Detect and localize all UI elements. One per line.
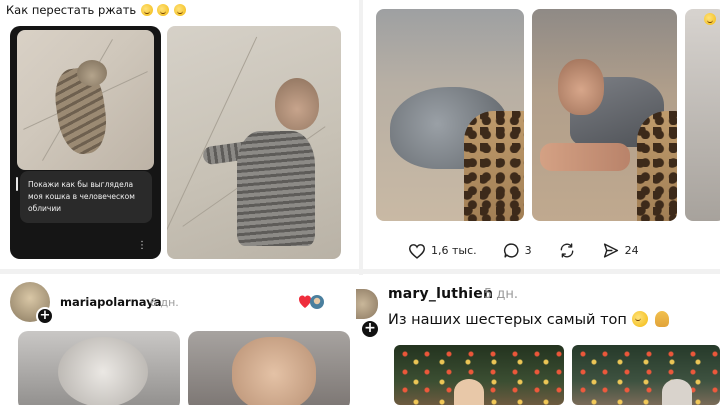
- follow-plus-icon[interactable]: +: [36, 307, 54, 325]
- man-lying-photo[interactable]: [532, 9, 677, 221]
- repost-icon: [560, 243, 574, 258]
- chat-message-text: Покажи как бы выглядела моя кошка в чело…: [28, 180, 135, 213]
- grinning-squint-emoji-icon: [174, 4, 187, 16]
- post-time: 6 дн.: [150, 296, 179, 309]
- post-text: Из наших шестерых самый топ: [388, 311, 670, 328]
- heart-icon: [408, 243, 426, 259]
- post-text-content: Из наших шестерых самый топ: [388, 312, 627, 328]
- christmas-tree-photo[interactable]: [394, 345, 564, 405]
- post-actions-bar: 1,6 тыс. 3 24: [408, 242, 665, 259]
- comment-count: 3: [524, 244, 532, 257]
- reactions-icon: [299, 294, 325, 310]
- cat-human-portrait-photo[interactable]: [188, 331, 350, 405]
- carousel-next-photo[interactable]: [685, 9, 720, 221]
- cat-photo: [17, 30, 154, 170]
- laughing-emoji-icon: [703, 8, 716, 27]
- cat-portrait-photo[interactable]: [18, 331, 180, 405]
- story-screenshot[interactable]: Покажи как бы выглядела моя кошка в чело…: [10, 26, 161, 259]
- post-username[interactable]: mariapolarnaya: [60, 295, 161, 309]
- grinning-squint-emoji-icon: [157, 4, 170, 16]
- post-time: 5 дн.: [484, 287, 519, 302]
- vertical-dots-icon[interactable]: ⋮: [137, 240, 147, 251]
- post-username[interactable]: mary_luthien: [388, 286, 493, 302]
- post-caption: Как перестать ржать: [6, 3, 187, 17]
- repost-button[interactable]: [558, 242, 576, 259]
- rofl-emoji-icon: [632, 311, 649, 327]
- comment-icon: [503, 243, 519, 258]
- post-mary-luthien: + mary_luthien 5 дн. Из наших шестерых с…: [356, 275, 720, 405]
- like-button[interactable]: 1,6 тыс.: [408, 243, 477, 259]
- send-icon: [603, 243, 618, 258]
- like-count: 1,6 тыс.: [431, 244, 477, 257]
- chat-message-bubble: Покажи как бы выглядела моя кошка в чело…: [16, 171, 152, 223]
- christmas-tree-photo-2[interactable]: [572, 345, 720, 405]
- panel-divider-horizontal: [0, 269, 720, 274]
- person-gesturing-emoji-icon: [655, 311, 670, 327]
- follow-plus-icon[interactable]: +: [360, 319, 380, 339]
- post-cat-human-comparison: Как перестать ржать Покажи как бы выгляд…: [0, 0, 358, 268]
- grey-cat-photo[interactable]: [376, 9, 524, 221]
- human-version-photo[interactable]: [167, 26, 341, 259]
- post-mariapolarnaya: + mariapolarnaya 6 дн.: [0, 275, 358, 405]
- avatar[interactable]: [356, 289, 378, 319]
- share-button[interactable]: 24: [602, 242, 639, 259]
- share-count: 24: [624, 244, 639, 257]
- comment-button[interactable]: 3: [503, 242, 532, 259]
- caption-text: Как перестать ржать: [6, 3, 137, 17]
- post-cat-man-comparison: 1,6 тыс. 3 24: [364, 0, 720, 268]
- grinning-squint-emoji-icon: [140, 4, 153, 16]
